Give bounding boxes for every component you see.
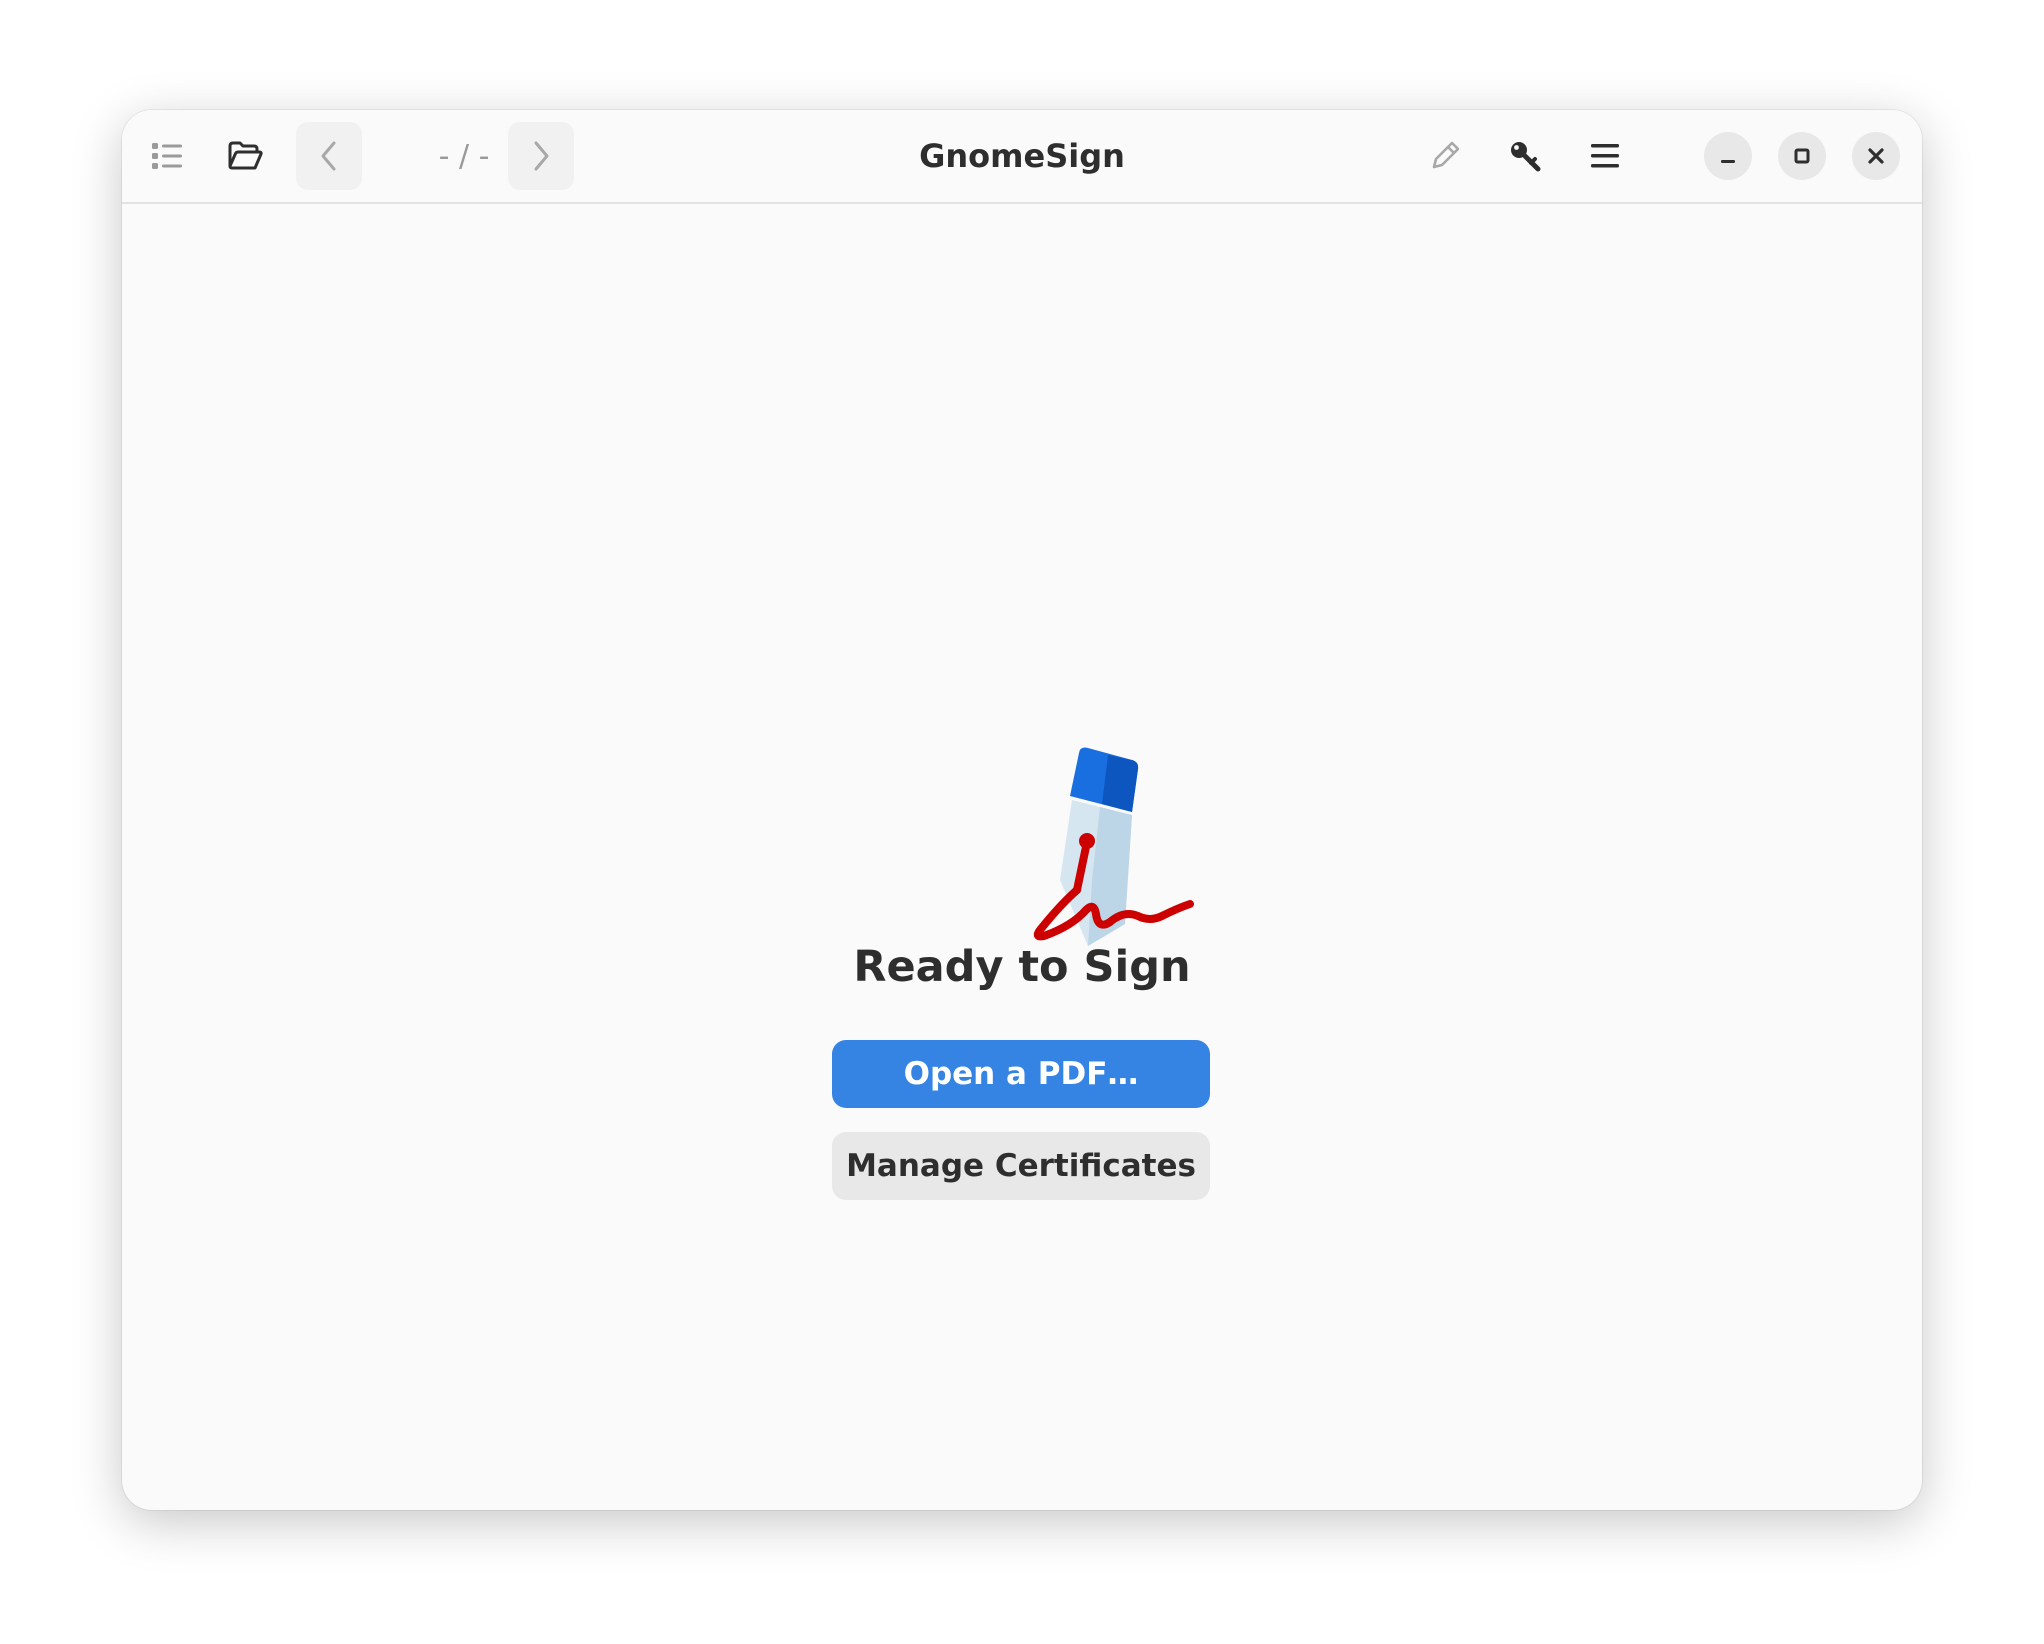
pencil-icon — [1432, 141, 1460, 169]
maximize-icon — [1794, 148, 1810, 164]
next-page-button[interactable] — [508, 122, 574, 190]
certificates-button[interactable] — [1492, 122, 1558, 190]
open-file-button[interactable] — [212, 122, 278, 190]
chevron-right-icon — [534, 141, 549, 171]
sign-button[interactable] — [1412, 122, 1478, 190]
close-button[interactable] — [1852, 132, 1900, 180]
close-icon — [1868, 148, 1884, 164]
sidebar-list-icon — [152, 143, 182, 169]
headerbar: - / - GnomeSign — [122, 110, 1922, 204]
app-window: - / - GnomeSign Ready to Sign Open a PDF… — [122, 110, 1922, 1510]
manage-certificates-button[interactable]: Manage Certificates — [832, 1132, 1210, 1200]
status-title: Ready to Sign — [853, 942, 1191, 992]
minimize-icon — [1721, 160, 1735, 163]
previous-page-button[interactable] — [296, 122, 362, 190]
folder-open-icon — [228, 141, 263, 170]
minimize-button[interactable] — [1704, 132, 1752, 180]
key-icon — [1511, 142, 1541, 172]
sidebar-toggle-button[interactable] — [134, 122, 200, 190]
open-pdf-button[interactable]: Open a PDF… — [832, 1040, 1210, 1108]
main-menu-button[interactable] — [1572, 122, 1638, 190]
hamburger-menu-icon — [1591, 144, 1619, 168]
maximize-button[interactable] — [1778, 132, 1826, 180]
status-page: Ready to Sign Open a PDF… Manage Certifi… — [122, 204, 1922, 1510]
chevron-left-icon — [321, 141, 336, 171]
